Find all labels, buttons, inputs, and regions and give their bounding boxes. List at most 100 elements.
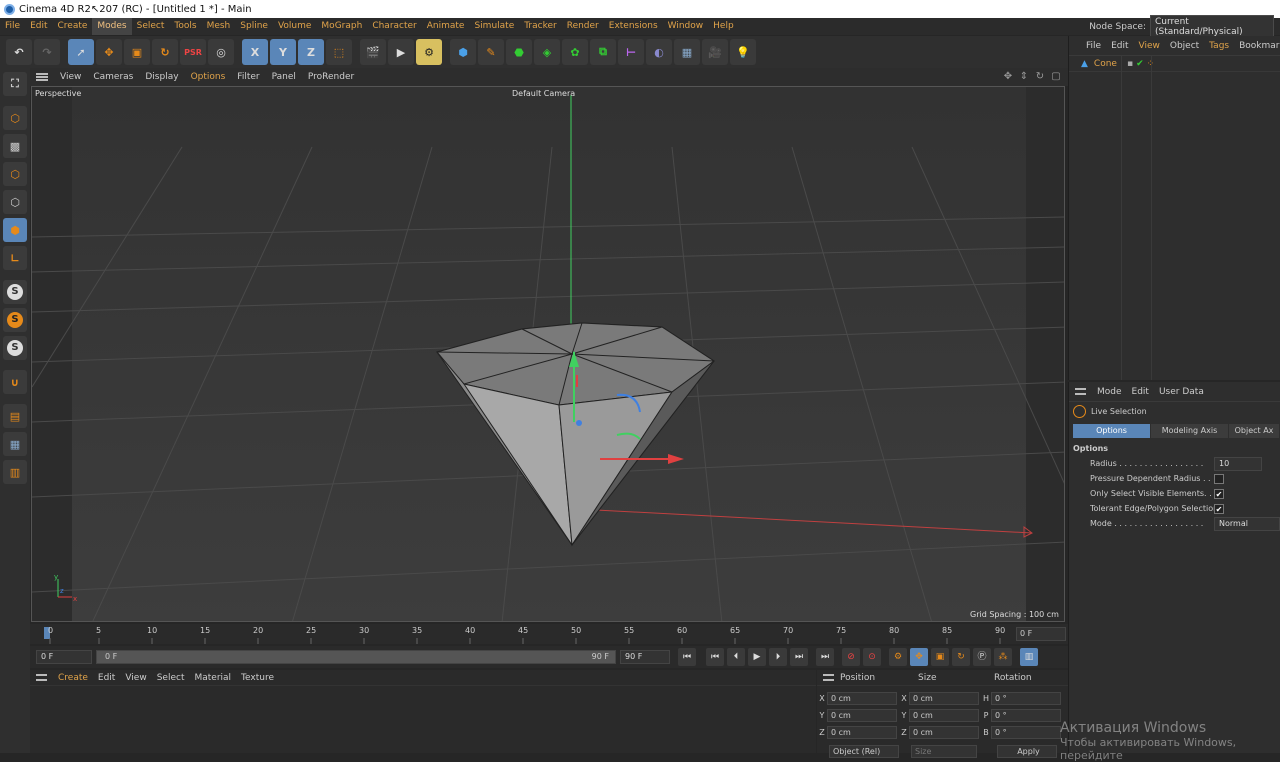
extrude-icon[interactable]: ◈ <box>534 39 560 65</box>
menu-volume[interactable]: Volume <box>273 18 316 35</box>
planar-workplane-icon[interactable]: ▥ <box>3 460 27 484</box>
mat-menu-material[interactable]: Material <box>189 673 236 683</box>
size-y-field[interactable]: 0 cm <box>909 709 979 722</box>
coord-size-select[interactable]: Size <box>911 745 977 758</box>
vp-menu-panel[interactable]: Panel <box>266 72 302 82</box>
menu-file[interactable]: File <box>0 18 25 35</box>
viewport-menu-icon[interactable] <box>36 73 48 81</box>
points-mode-icon[interactable]: ⬡ <box>3 162 27 186</box>
mat-menu-texture[interactable]: Texture <box>236 673 279 683</box>
coordinate-system-icon[interactable]: ⬚ <box>326 39 352 65</box>
undo-icon[interactable]: ↶ <box>6 39 32 65</box>
axis-mode-icon[interactable]: ∟ <box>3 246 27 270</box>
key-rotation-icon[interactable]: ↻ <box>952 648 970 666</box>
goto-start-icon[interactable]: ⏮ <box>678 648 696 666</box>
mat-menu-edit[interactable]: Edit <box>93 673 120 683</box>
key-pla-icon[interactable]: ⁂ <box>994 648 1012 666</box>
attr-menu-edit[interactable]: Edit <box>1127 387 1154 397</box>
quantize-icon[interactable]: S <box>3 336 27 360</box>
enabled-check-icon[interactable]: ✔ <box>1136 59 1144 69</box>
goto-first-key-icon[interactable]: ⏮ <box>706 648 724 666</box>
pan-view-icon[interactable]: ✥ <box>1002 71 1014 83</box>
size-z-field[interactable]: 0 cm <box>909 726 979 739</box>
key-parameter-icon[interactable]: Ⓟ <box>973 648 991 666</box>
coord-mode-select[interactable]: Object (Rel) <box>829 745 899 758</box>
vp-menu-display[interactable]: Display <box>139 72 184 82</box>
menu-create[interactable]: Create <box>53 18 93 35</box>
vp-menu-prorender[interactable]: ProRender <box>302 72 360 82</box>
model-mode-icon[interactable]: ⬡ <box>3 106 27 130</box>
move-icon[interactable]: ✥ <box>96 39 122 65</box>
mograph-icon[interactable]: ⧉ <box>590 39 616 65</box>
menu-tracker[interactable]: Tracker <box>519 18 561 35</box>
mode-select[interactable]: Normal <box>1214 516 1280 531</box>
3d-viewport[interactable]: y x z Perspective Default Camera Grid Sp… <box>31 86 1065 622</box>
edges-mode-icon[interactable]: ⬡ <box>3 190 27 214</box>
object-name[interactable]: Cone <box>1094 59 1117 69</box>
light-icon[interactable]: 💡 <box>730 39 756 65</box>
position-z-field[interactable]: 0 cm <box>827 726 897 739</box>
pressure-checkbox[interactable] <box>1214 473 1224 484</box>
deformer-icon[interactable]: ⊢ <box>618 39 644 65</box>
position-y-field[interactable]: 0 cm <box>827 709 897 722</box>
size-x-field[interactable]: 0 cm <box>909 692 979 705</box>
snap-icon[interactable]: S <box>3 280 27 304</box>
maximize-view-icon[interactable]: ▢ <box>1050 71 1062 83</box>
rotation-h-field[interactable]: 0 ° <box>991 692 1061 705</box>
tab-modeling-axis[interactable]: Modeling Axis <box>1151 424 1228 438</box>
menu-select[interactable]: Select <box>132 18 170 35</box>
scale-icon[interactable]: ▣ <box>124 39 150 65</box>
x-axis-lock-icon[interactable]: X <box>242 39 268 65</box>
redo-icon[interactable]: ↷ <box>34 39 60 65</box>
menu-modes[interactable]: Modes <box>92 18 132 35</box>
menu-window[interactable]: Window <box>663 18 709 35</box>
attr-menu-user-data[interactable]: User Data <box>1154 387 1209 397</box>
subdivision-surface-icon[interactable]: ⬣ <box>506 39 532 65</box>
attr-menu-mode[interactable]: Mode <box>1092 387 1127 397</box>
prev-frame-icon[interactable]: ⏴ <box>727 648 745 666</box>
visibility-icon[interactable]: ▪ <box>1127 59 1133 69</box>
radius-field[interactable]: 10 <box>1214 456 1262 471</box>
orbit-view-icon[interactable]: ↻ <box>1034 71 1046 83</box>
record-keys-icon[interactable]: ⊘ <box>842 648 860 666</box>
menu-help[interactable]: Help <box>708 18 739 35</box>
menu-mograph[interactable]: MoGraph <box>316 18 367 35</box>
menu-render[interactable]: Render <box>562 18 604 35</box>
obj-menu-tags[interactable]: Tags <box>1204 41 1234 51</box>
menu-simulate[interactable]: Simulate <box>469 18 519 35</box>
tab-object-axis[interactable]: Object Ax <box>1229 424 1279 438</box>
obj-menu-file[interactable]: File <box>1081 41 1106 51</box>
position-x-field[interactable]: 0 cm <box>827 692 897 705</box>
y-axis-lock-icon[interactable]: Y <box>270 39 296 65</box>
menu-tools[interactable]: Tools <box>169 18 201 35</box>
menu-mesh[interactable]: Mesh <box>202 18 236 35</box>
next-frame-icon[interactable]: ⏵ <box>769 648 787 666</box>
menu-extensions[interactable]: Extensions <box>604 18 663 35</box>
texture-mode-icon[interactable]: ▩ <box>3 134 27 158</box>
render-view-icon[interactable]: 🎬 <box>360 39 386 65</box>
tolerant-checkbox[interactable]: ✔ <box>1214 503 1224 514</box>
obj-menu-bookmarks[interactable]: Bookmarks <box>1234 41 1280 51</box>
key-scale-icon[interactable]: ▣ <box>931 648 949 666</box>
timeline-window-icon[interactable]: ▥ <box>1020 648 1038 666</box>
end-frame-field[interactable]: 90 F <box>620 650 670 664</box>
coord-menu-icon[interactable] <box>823 674 834 681</box>
rotation-b-field[interactable]: 0 ° <box>991 726 1061 739</box>
keyframe-selection-icon[interactable]: ⚙ <box>889 648 907 666</box>
object-row-cone[interactable]: ▲ Cone ▪ ✔ ⁘ <box>1069 56 1280 72</box>
vp-menu-filter[interactable]: Filter <box>231 72 265 82</box>
rotation-p-field[interactable]: 0 ° <box>991 709 1061 722</box>
select-arrow-icon[interactable]: ➚ <box>68 39 94 65</box>
live-selection-icon[interactable]: ◎ <box>208 39 234 65</box>
snap-settings-icon[interactable]: S <box>3 308 27 332</box>
render-picture-viewer-icon[interactable]: ▶ <box>388 39 414 65</box>
cube-icon[interactable]: ⬢ <box>450 39 476 65</box>
mat-menu-view[interactable]: View <box>120 673 151 683</box>
dolly-view-icon[interactable]: ⇕ <box>1018 71 1030 83</box>
node-space-select[interactable]: Current (Standard/Physical) <box>1150 14 1274 39</box>
menu-animate[interactable]: Animate <box>422 18 470 35</box>
render-settings-icon[interactable]: ⚙ <box>416 39 442 65</box>
vp-menu-cameras[interactable]: Cameras <box>87 72 139 82</box>
apply-button[interactable]: Apply <box>997 745 1057 758</box>
workplane-icon[interactable]: ▤ <box>3 404 27 428</box>
